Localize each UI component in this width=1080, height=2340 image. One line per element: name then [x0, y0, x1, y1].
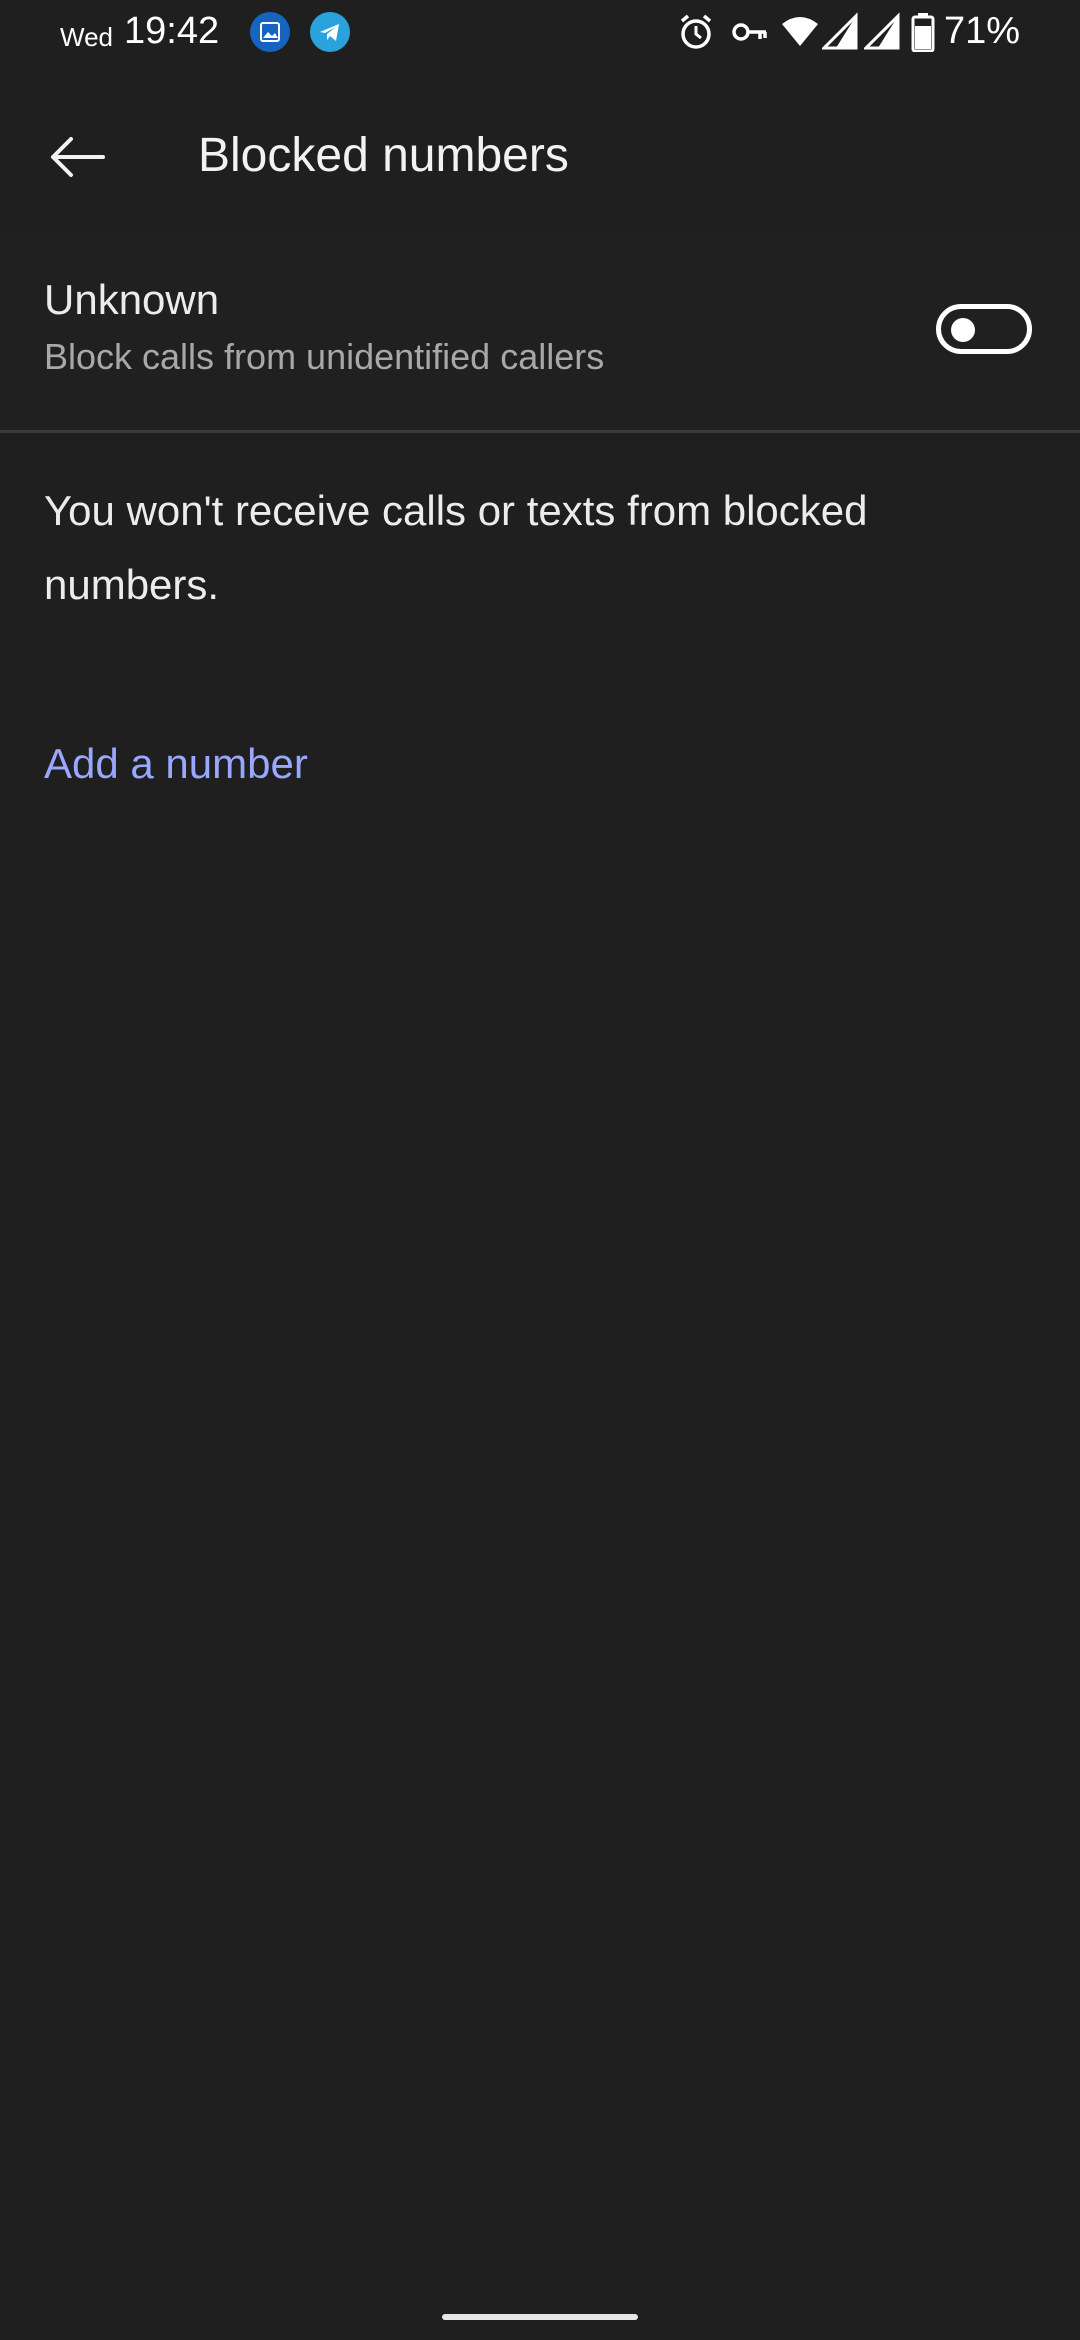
- gesture-nav-handle[interactable]: [442, 2314, 638, 2320]
- wifi-icon: [780, 12, 820, 52]
- vpn-key-icon: [730, 12, 770, 52]
- status-time: 19:42: [124, 10, 220, 52]
- telegram-icon: [310, 12, 350, 52]
- battery-percent: 71%: [944, 10, 1021, 52]
- blocked-info-text: You won't receive calls or texts from bl…: [44, 487, 868, 608]
- alarm-icon: [678, 12, 714, 52]
- page-title: Blocked numbers: [198, 129, 569, 182]
- back-button[interactable]: [30, 110, 124, 204]
- setting-subtitle: Block calls from unidentified callers: [44, 336, 605, 377]
- add-number-link[interactable]: Add a number: [44, 740, 308, 788]
- app-bar: Blocked numbers: [0, 70, 1080, 230]
- toggle-knob: [951, 318, 975, 342]
- status-bar: Wed 19:42 71%: [0, 0, 1080, 70]
- signal-icon: [862, 12, 900, 52]
- blocked-numbers-screen: Wed 19:42 71% Blocked numbers Unknown Bl…: [0, 0, 1080, 2340]
- arrow-left-icon: [51, 137, 105, 177]
- unknown-callers-setting[interactable]: Unknown Block calls from unidentified ca…: [0, 232, 1080, 430]
- status-day: Wed: [60, 22, 113, 52]
- gallery-icon: [250, 12, 290, 52]
- signal-icon: [820, 12, 858, 52]
- setting-title: Unknown: [44, 276, 220, 323]
- divider: [0, 430, 1080, 433]
- battery-icon: [910, 12, 936, 53]
- block-unknown-toggle[interactable]: [936, 304, 1032, 354]
